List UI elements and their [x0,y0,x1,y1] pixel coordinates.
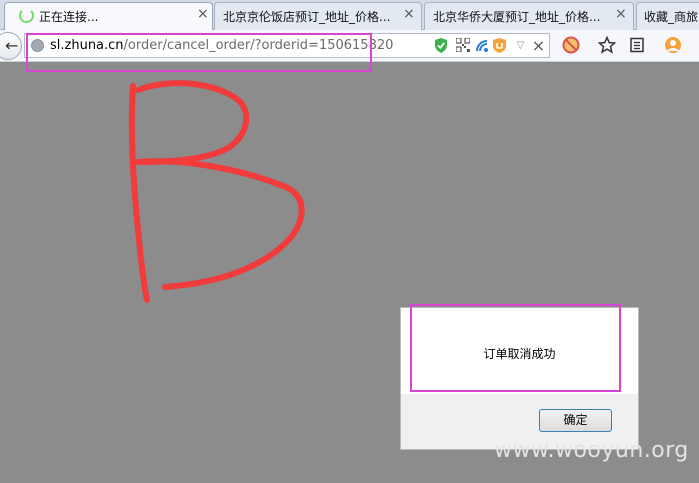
letter-b-stem-stroke [128,83,150,303]
ok-button[interactable]: 确定 [539,409,612,432]
dialog-highlight-box [410,304,621,392]
url-highlight-box [26,33,372,72]
watermark: www.wooyun.org [494,438,689,463]
letter-b-lower-bowl-stroke [135,158,305,290]
letter-b-upper-bowl-stroke [135,80,250,165]
